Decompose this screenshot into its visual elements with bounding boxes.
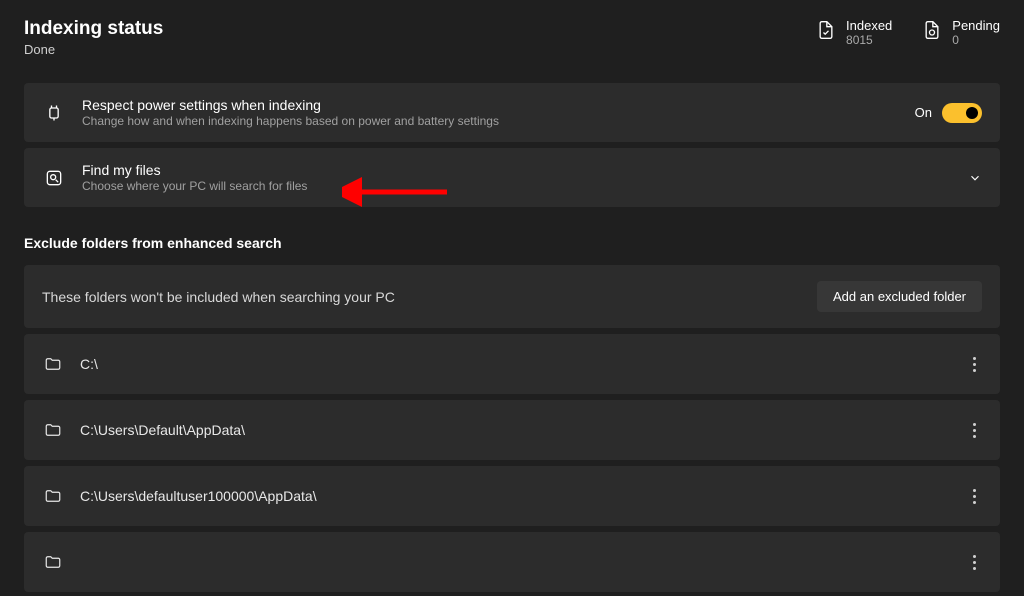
indexed-label: Indexed bbox=[846, 18, 892, 33]
chevron-down-icon bbox=[968, 171, 982, 185]
more-options-button[interactable] bbox=[966, 484, 982, 508]
toggle-state-label: On bbox=[915, 105, 932, 120]
folder-icon bbox=[42, 551, 64, 573]
find-my-files-card[interactable]: Find my files Choose where your PC will … bbox=[24, 148, 1000, 207]
status-text: Done bbox=[24, 42, 163, 57]
folder-icon bbox=[42, 485, 64, 507]
indexed-icon bbox=[816, 20, 836, 40]
exclude-heading: Exclude folders from enhanced search bbox=[24, 235, 1000, 251]
power-settings-card[interactable]: Respect power settings when indexing Cha… bbox=[24, 83, 1000, 142]
indexed-value: 8015 bbox=[846, 33, 892, 47]
excluded-folder-row[interactable] bbox=[24, 532, 1000, 592]
page-title: Indexing status bbox=[24, 18, 163, 40]
folder-path: C:\ bbox=[80, 356, 966, 372]
pending-label: Pending bbox=[952, 18, 1000, 33]
add-excluded-folder-button[interactable]: Add an excluded folder bbox=[817, 281, 982, 312]
more-options-button[interactable] bbox=[966, 418, 982, 442]
find-title: Find my files bbox=[82, 162, 968, 178]
more-options-button[interactable] bbox=[966, 550, 982, 574]
indexed-stat: Indexed 8015 bbox=[816, 18, 892, 47]
power-desc: Change how and when indexing happens bas… bbox=[82, 114, 915, 128]
search-file-icon bbox=[42, 166, 66, 190]
power-plug-icon bbox=[42, 101, 66, 125]
more-options-button[interactable] bbox=[966, 352, 982, 376]
folder-icon bbox=[42, 419, 64, 441]
power-title: Respect power settings when indexing bbox=[82, 97, 915, 113]
pending-stat: Pending 0 bbox=[922, 18, 1000, 47]
power-toggle[interactable] bbox=[942, 103, 982, 123]
excluded-folder-row[interactable]: C:\Users\defaultuser100000\AppData\ bbox=[24, 466, 1000, 526]
indexing-status-header: Indexing status Done bbox=[24, 18, 163, 57]
folder-path: C:\Users\Default\AppData\ bbox=[80, 422, 966, 438]
pending-icon bbox=[922, 20, 942, 40]
excluded-folder-row[interactable]: C:\Users\Default\AppData\ bbox=[24, 400, 1000, 460]
pending-value: 0 bbox=[952, 33, 1000, 47]
find-desc: Choose where your PC will search for fil… bbox=[82, 179, 968, 193]
excluded-folder-row[interactable]: C:\ bbox=[24, 334, 1000, 394]
exclude-message: These folders won't be included when sea… bbox=[42, 289, 395, 305]
exclude-header-card: These folders won't be included when sea… bbox=[24, 265, 1000, 328]
folder-path: C:\Users\defaultuser100000\AppData\ bbox=[80, 488, 966, 504]
folder-icon bbox=[42, 353, 64, 375]
